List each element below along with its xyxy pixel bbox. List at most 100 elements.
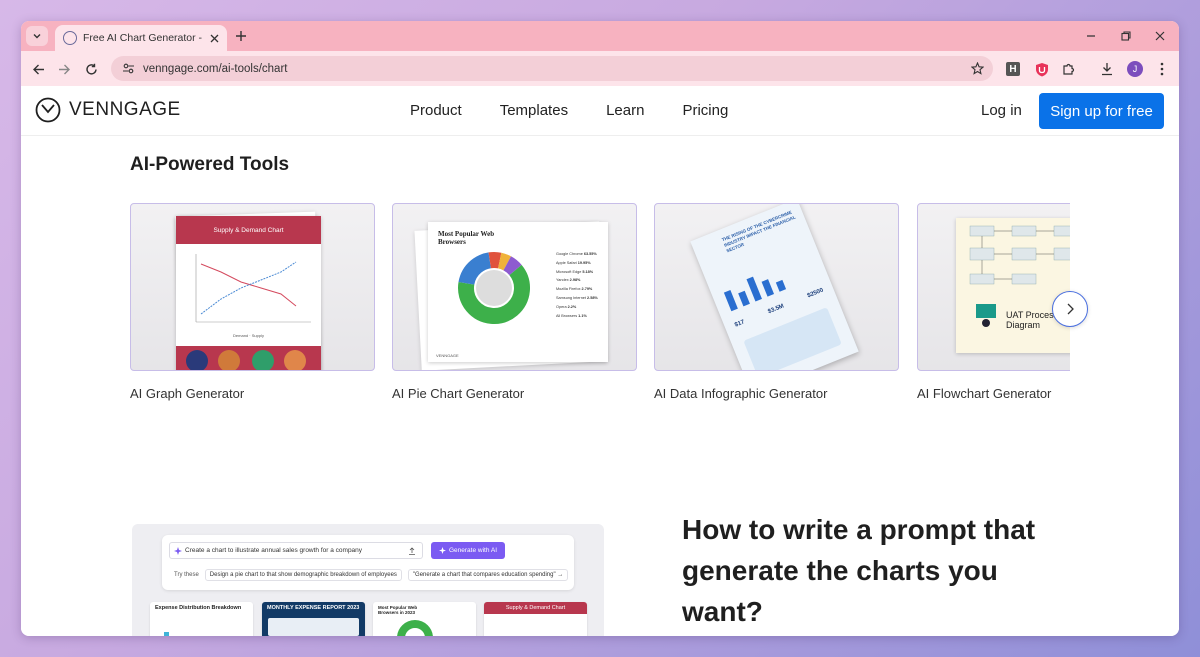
template-preview-card[interactable]: Supply & Demand Chart — [484, 602, 587, 636]
close-window-button[interactable] — [1152, 28, 1168, 44]
poster-title: Supply & Demand Chart — [176, 216, 321, 244]
extension-h-icon[interactable]: H — [1006, 62, 1020, 76]
nav-pricing[interactable]: Pricing — [682, 102, 728, 119]
mini-card-title: Supply & Demand Chart — [484, 602, 587, 614]
venngage-favicon-icon — [63, 31, 77, 45]
close-icon — [1155, 31, 1165, 41]
tool-label: AI Graph Generator — [130, 386, 245, 401]
suggestion-row: Try these Design a pie chart to that sho… — [174, 569, 569, 581]
slice-name: Apple Safari — [556, 260, 577, 265]
tool-card-infographic[interactable]: THE RISING OF THE CYBERCRIME INDUSTRY IM… — [654, 203, 899, 401]
pie-legend: Google Chrome 63.55% Apple Safari 19.95%… — [556, 250, 606, 320]
carousel-next-button[interactable] — [1052, 291, 1088, 327]
tools-carousel: Supply & Demand Chart Demand · Supply AI… — [130, 203, 1070, 403]
venngage-logo[interactable]: VENNGAGE — [35, 97, 181, 123]
shield-extension-button[interactable] — [1033, 60, 1051, 78]
arrow-left-icon — [32, 64, 44, 74]
chevron-down-icon — [33, 34, 41, 39]
slice-name: All Browsers — [556, 313, 578, 318]
downloads-button[interactable] — [1098, 60, 1116, 78]
upload-icon[interactable] — [408, 547, 416, 555]
template-preview-card[interactable]: MONTHLY EXPENSE REPORT 2023 — [262, 602, 365, 636]
person-illustration — [976, 304, 998, 328]
suggestion-chip[interactable]: "Generate a chart that compares educatio… — [407, 569, 569, 581]
slice-name: Opera — [556, 304, 567, 309]
tool-card-graph[interactable]: Supply & Demand Chart Demand · Supply AI… — [130, 203, 375, 401]
mini-card-title: Expense Distribution Breakdown — [155, 605, 242, 611]
login-link[interactable]: Log in — [981, 102, 1022, 119]
slice-name: Yandex — [556, 278, 569, 283]
flowchart-illustration — [969, 225, 1070, 285]
stat-value: $17 — [734, 319, 746, 329]
nav-product[interactable]: Product — [410, 102, 462, 119]
slice-name: Google Chrome — [556, 252, 583, 256]
nav-learn[interactable]: Learn — [606, 102, 644, 119]
mini-card-title: MONTHLY EXPENSE REPORT 2023 — [267, 605, 360, 611]
site-info-button[interactable] — [119, 60, 137, 78]
arrow-right-icon — [58, 64, 70, 74]
reload-button[interactable] — [82, 60, 100, 78]
avatar: J — [1127, 61, 1143, 77]
url-text: venngage.com/ai-tools/chart — [143, 62, 288, 75]
bookmark-button[interactable] — [969, 61, 985, 77]
tab-strip: Free AI Chart Generator - Make — [21, 21, 1179, 51]
template-preview-card[interactable]: Expense Distribution Breakdown — [150, 602, 253, 636]
back-button[interactable] — [29, 60, 47, 78]
legend-demand: Demand — [233, 333, 249, 338]
line-graph-illustration — [195, 254, 311, 323]
slice-value: 2.58% — [587, 295, 598, 300]
pie-poster: Most Popular Web Browsers Google Chrome … — [428, 222, 608, 362]
new-tab-button[interactable] — [233, 28, 249, 44]
web-page: VENNGAGE Product Templates Learn Pricing… — [21, 86, 1179, 636]
logo-text: VENNGAGE — [69, 99, 181, 120]
sparkle-icon — [438, 547, 446, 554]
kebab-menu-icon — [1160, 62, 1164, 76]
puzzle-icon — [1063, 63, 1075, 75]
restore-button[interactable] — [1118, 28, 1134, 44]
shield-icon — [1036, 62, 1048, 76]
address-bar[interactable]: venngage.com/ai-tools/chart — [111, 56, 993, 81]
forward-button[interactable] — [55, 60, 73, 78]
slice-value: 63.55% — [583, 252, 597, 256]
chevron-right-icon — [1067, 303, 1074, 315]
slice-value: 2.2% — [567, 304, 577, 309]
slice-name: Samsung Internet — [556, 295, 586, 300]
mini-card-title: Most Popular Web Browsers in 2023 — [378, 605, 418, 615]
reload-icon — [85, 63, 97, 75]
generate-with-ai-button[interactable]: Generate with AI — [431, 542, 505, 559]
tab-close-button[interactable] — [207, 31, 221, 45]
mini-pie-icon — [397, 620, 433, 636]
template-preview-card[interactable]: Most Popular Web Browsers in 2023 — [373, 602, 476, 636]
venngage-logo-icon — [35, 97, 61, 123]
pie-chart-illustration — [458, 252, 530, 324]
ai-demo-preview: Create a chart to illustrate annual sale… — [132, 524, 604, 636]
suggestion-chip[interactable]: Design a pie chart to that show demograp… — [204, 569, 402, 581]
browser-menu-button[interactable] — [1153, 60, 1171, 78]
nav-templates[interactable]: Templates — [500, 102, 568, 119]
tool-label: AI Pie Chart Generator — [392, 386, 525, 401]
tab-title: Free AI Chart Generator - Make — [83, 32, 203, 44]
tab-search-button[interactable] — [26, 26, 48, 46]
browser-toolbar: venngage.com/ai-tools/chart H J — [21, 51, 1179, 86]
try-label: Try these — [174, 572, 199, 578]
extensions-button[interactable] — [1060, 60, 1078, 78]
minimize-button[interactable] — [1083, 28, 1099, 44]
signup-button[interactable]: Sign up for free — [1039, 93, 1164, 129]
prompt-input[interactable]: Create a chart to illustrate annual sale… — [169, 542, 423, 559]
profile-button[interactable]: J — [1126, 60, 1144, 78]
prompt-box: Create a chart to illustrate annual sale… — [162, 535, 574, 590]
poster-footer-brand: VENNGAGE — [436, 353, 459, 358]
generate-label: Generate with AI — [448, 547, 498, 554]
site-header: VENNGAGE Product Templates Learn Pricing… — [21, 86, 1179, 136]
main-nav: Product Templates Learn Pricing — [410, 102, 766, 119]
browser-window: Free AI Chart Generator - Make — [21, 21, 1179, 636]
tool-thumbnail: Supply & Demand Chart Demand · Supply — [130, 203, 375, 371]
restore-icon — [1121, 31, 1131, 41]
tool-thumbnail: UAT Process Flow Diagram — [917, 203, 1070, 371]
tune-icon — [122, 63, 134, 74]
tool-card-pie[interactable]: Most Popular Web Browsers Google Chrome … — [392, 203, 637, 401]
slice-name: Microsoft Edge — [556, 269, 582, 274]
tool-card-flowchart[interactable]: UAT Process Flow Diagram AI Flowchart Ge… — [917, 203, 1070, 401]
tab-active[interactable]: Free AI Chart Generator - Make — [55, 25, 227, 51]
poster-title: Most Popular Web Browsers — [438, 230, 495, 246]
